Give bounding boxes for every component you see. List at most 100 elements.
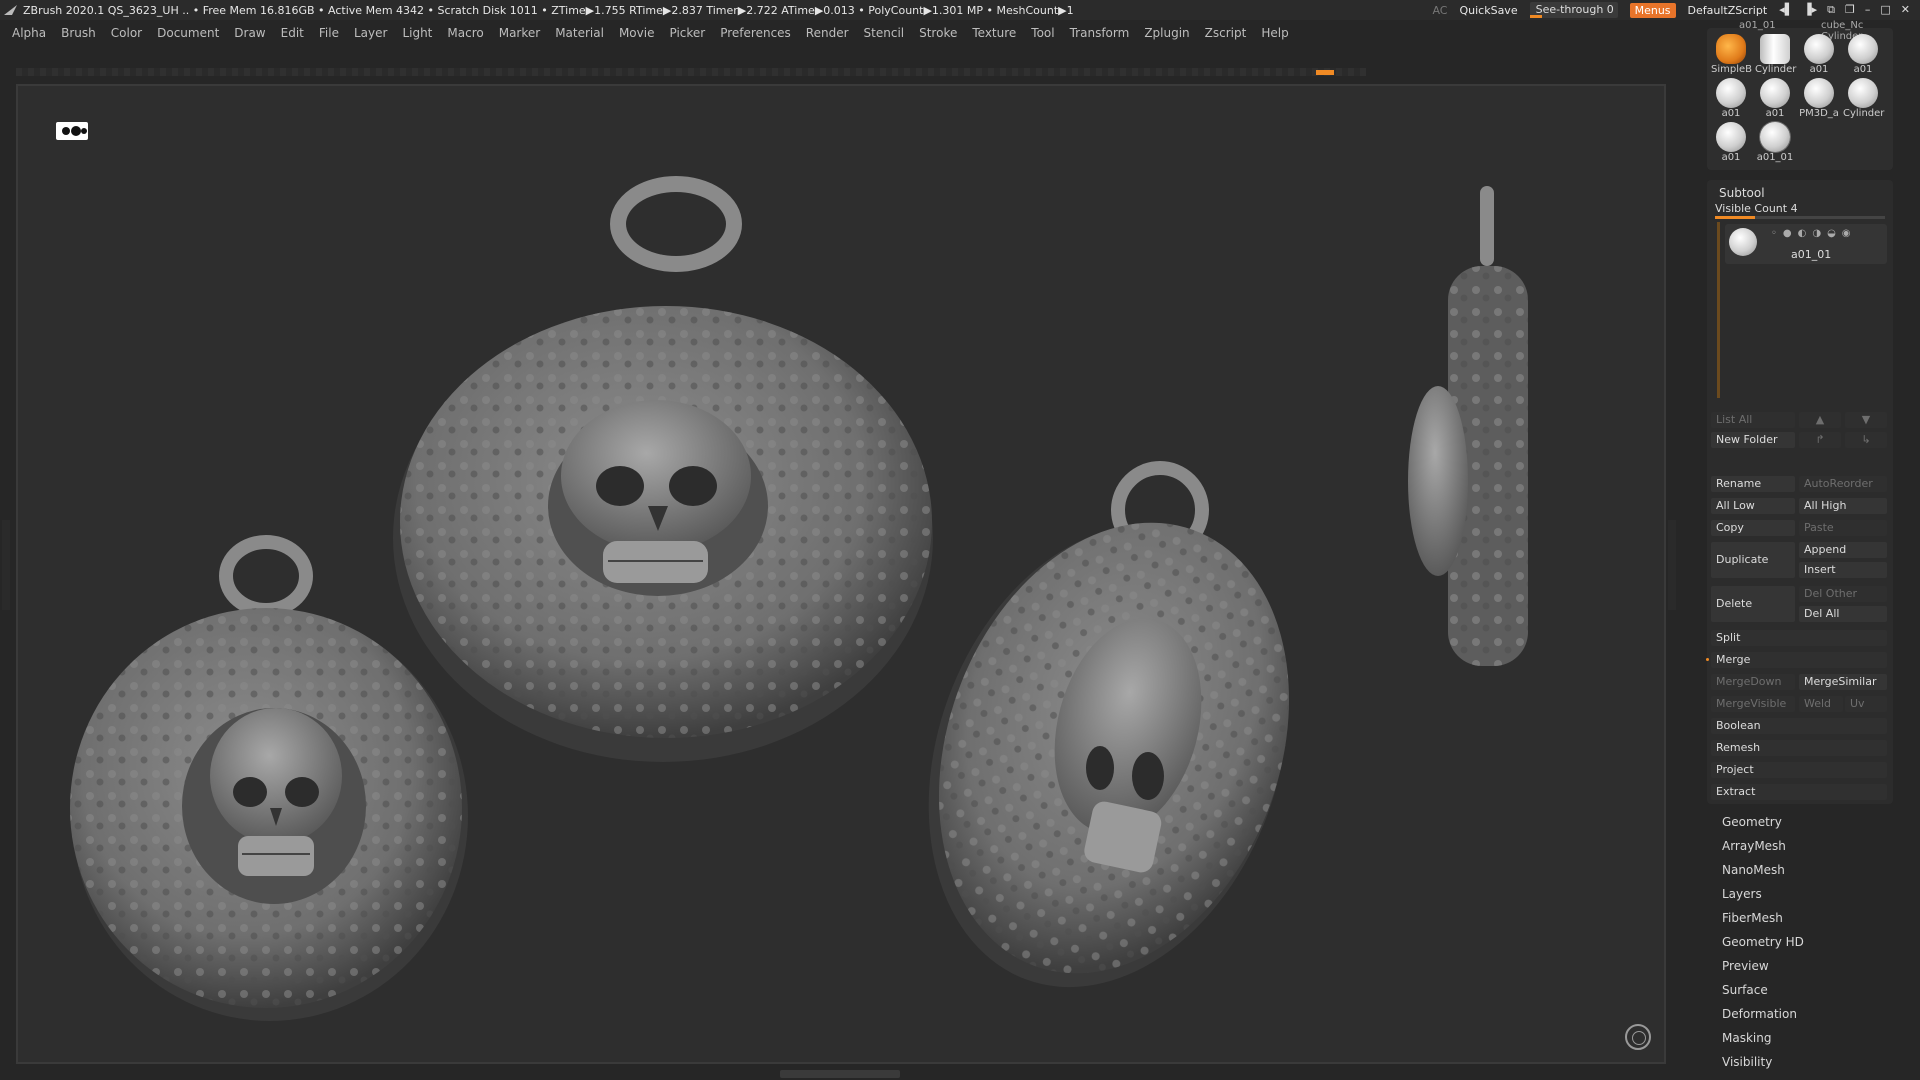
menu-preferences[interactable]: Preferences [720,26,791,40]
rename-button[interactable]: Rename [1711,476,1795,492]
minimize-icon[interactable]: – [1865,3,1871,17]
move-down-icon[interactable]: ▼ [1845,412,1887,428]
menu-tool[interactable]: Tool [1031,26,1054,40]
layout-icon[interactable]: ⧉ [1827,3,1835,17]
paste-button[interactable]: Paste [1799,520,1887,536]
menu-macro[interactable]: Macro [447,26,483,40]
list-all-button[interactable]: List All [1711,412,1795,428]
menu-document[interactable]: Document [157,26,219,40]
palette-nanomesh[interactable]: NanoMesh [1722,863,1785,877]
append-button[interactable]: Append [1799,542,1887,558]
split-button[interactable]: Split [1711,630,1887,646]
menu-picker[interactable]: Picker [669,26,705,40]
tool-thumb-3[interactable]: a01 [1843,34,1883,75]
menu-color[interactable]: Color [111,26,142,40]
palette-fibermesh[interactable]: FiberMesh [1722,911,1783,925]
subtool-item-icons[interactable]: ◦●◐◑◒◉ [1771,228,1857,239]
weld-button[interactable]: Weld [1799,696,1843,712]
menu-alpha[interactable]: Alpha [12,26,46,40]
timeline-marker[interactable] [1316,70,1334,75]
visible-count-slider[interactable]: Visible Count 4 [1715,202,1798,215]
all-high-button[interactable]: All High [1799,498,1887,514]
mergedown-button[interactable]: MergeDown [1711,674,1795,690]
menu-movie[interactable]: Movie [619,26,655,40]
menu-texture[interactable]: Texture [972,26,1016,40]
tool-thumb-8[interactable]: a01 [1711,122,1751,163]
restore-icon[interactable]: ❐ [1845,3,1855,17]
delete-button[interactable]: Delete [1711,586,1795,622]
menu-edit[interactable]: Edit [281,26,304,40]
new-folder-button[interactable]: New Folder [1711,432,1795,448]
mergesimilar-button[interactable]: MergeSimilar [1799,674,1887,690]
timeline-ruler[interactable] [16,68,1366,76]
merge-button[interactable]: Merge [1706,652,1887,668]
insert-button[interactable]: Insert [1799,562,1887,578]
menu-file[interactable]: File [319,26,339,40]
menu-material[interactable]: Material [555,26,604,40]
palette-preview[interactable]: Preview [1722,959,1769,973]
move-up-icon[interactable]: ▲ [1799,412,1841,428]
ac-button[interactable]: AC [1432,4,1447,17]
del-all-button[interactable]: Del All [1799,606,1887,622]
palette-visibility[interactable]: Visibility [1722,1055,1772,1069]
duplicate-button[interactable]: Duplicate [1711,542,1795,578]
palette-geometry-hd[interactable]: Geometry HD [1722,935,1804,949]
orbit-navigator-icon[interactable] [1625,1024,1651,1050]
tool-thumb-9[interactable]: a01_01 [1755,122,1795,163]
project-button[interactable]: Project [1711,762,1887,778]
extract-button[interactable]: Extract [1711,784,1887,800]
palette-masking[interactable]: Masking [1722,1031,1771,1045]
remesh-button[interactable]: Remesh [1711,740,1887,756]
copy-button[interactable]: Copy [1711,520,1795,536]
tool-thumb-2[interactable]: a01 [1799,34,1839,75]
menu-brush[interactable]: Brush [61,26,96,40]
see-through-slider[interactable]: See-through 0 [1529,2,1618,18]
menu-transform[interactable]: Transform [1070,26,1130,40]
bottom-tray-toggle[interactable] [780,1070,900,1078]
uv-button[interactable]: Uv [1845,696,1887,712]
arrow-down-icon[interactable]: ↳ [1845,432,1887,448]
default-zscript-button[interactable]: DefaultZScript [1688,4,1768,17]
tool-thumb-6[interactable]: PM3D_a [1799,78,1839,119]
tray-right-icon[interactable]: ▐▸ [1803,3,1817,17]
del-other-button[interactable]: Del Other [1799,586,1887,602]
menu-stroke[interactable]: Stroke [919,26,957,40]
pendant-right [928,461,1290,988]
tool-thumb-5[interactable]: a01 [1755,78,1795,119]
subtool-scrollbar[interactable] [1717,222,1720,398]
palette-deformation[interactable]: Deformation [1722,1007,1797,1021]
palette-arraymesh[interactable]: ArrayMesh [1722,839,1786,853]
autoreorder-button[interactable]: AutoReorder [1799,476,1887,492]
tool-thumb-0[interactable]: SimpleB [1711,34,1752,75]
palette-surface[interactable]: Surface [1722,983,1768,997]
palette-layers[interactable]: Layers [1722,887,1762,901]
tool-thumb-4[interactable]: a01 [1711,78,1751,119]
menu-layer[interactable]: Layer [354,26,387,40]
menu-stencil[interactable]: Stencil [864,26,905,40]
menu-zplugin[interactable]: Zplugin [1144,26,1189,40]
maximize-icon[interactable]: □ [1880,3,1890,17]
subtool-item[interactable]: ◦●◐◑◒◉ a01_01 [1725,224,1887,264]
left-tray-toggle[interactable] [2,520,10,610]
quicksave-button[interactable]: QuickSave [1459,4,1517,17]
tool-thumb-image [1760,78,1790,108]
close-icon[interactable]: ✕ [1901,3,1910,17]
menu-light[interactable]: Light [402,26,432,40]
menu-draw[interactable]: Draw [234,26,265,40]
menu-zscript[interactable]: Zscript [1205,26,1247,40]
palette-geometry[interactable]: Geometry [1722,815,1782,829]
canvas-viewport[interactable] [16,84,1666,1064]
tool-thumb-7[interactable]: Cylinder [1843,78,1884,119]
arrow-up-icon[interactable]: ↱ [1799,432,1841,448]
mergevisible-button[interactable]: MergeVisible [1711,696,1795,712]
menu-render[interactable]: Render [806,26,849,40]
right-tray-toggle[interactable] [1668,520,1676,610]
tool-thumb-1[interactable]: Cylinder [1755,34,1796,75]
tray-left-icon[interactable]: ◂▌ [1779,3,1793,17]
menus-toggle[interactable]: Menus [1629,2,1676,18]
menu-help[interactable]: Help [1261,26,1288,40]
boolean-button[interactable]: Boolean [1711,718,1887,734]
menu-marker[interactable]: Marker [499,26,540,40]
all-low-button[interactable]: All Low [1711,498,1795,514]
tool-thumb-label: a01 [1809,64,1829,75]
